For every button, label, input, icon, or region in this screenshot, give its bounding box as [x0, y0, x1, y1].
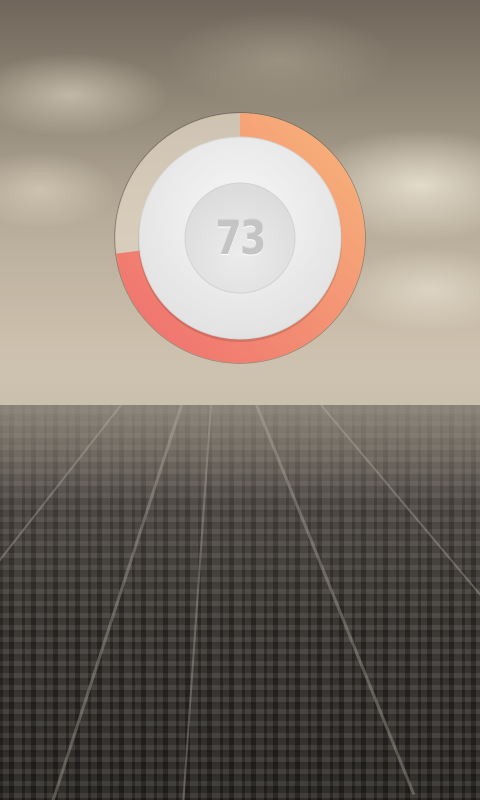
home-screen: 73 [0, 0, 480, 800]
city-street [180, 404, 212, 800]
city-street [255, 404, 416, 795]
city-street [50, 404, 183, 800]
gauge-value-label: 73 [215, 211, 266, 265]
city-street [320, 404, 480, 728]
city-street [0, 404, 122, 737]
background-city [0, 404, 480, 800]
progress-gauge-widget[interactable]: 73 [114, 112, 366, 364]
